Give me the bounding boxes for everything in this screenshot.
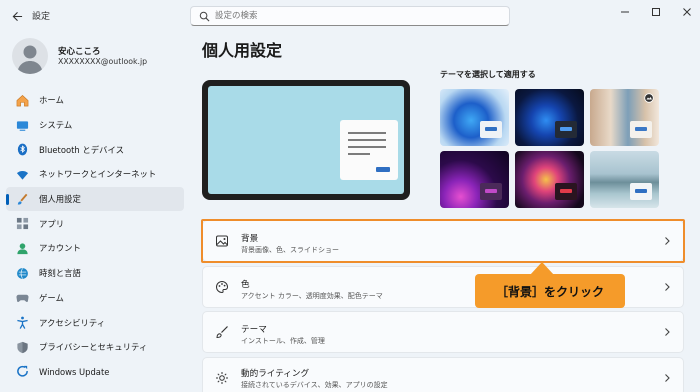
theme-tile[interactable] (515, 89, 584, 146)
theme-setting-card[interactable]: テーマ インストール、作成、管理 (202, 311, 684, 353)
chevron-right-icon (665, 374, 670, 382)
bluetooth-icon (16, 143, 29, 156)
update-icon (16, 365, 29, 378)
sun-icon (216, 372, 228, 384)
sidebar-nav: ホーム システム Bluetooth とデバイス ネットワークとインターネット … (6, 88, 184, 384)
sidebar-item-time-language[interactable]: 時刻と言語 (6, 261, 184, 286)
slideshow-icon (644, 93, 654, 103)
sidebar-item-label: Bluetooth とデバイス (39, 144, 124, 155)
card-description: インストール、作成、管理 (241, 337, 325, 345)
sidebar-item-label: アカウント (39, 243, 81, 254)
theme-section-label: テーマを選択して適用する (440, 70, 536, 79)
card-title: 動的ライティング (241, 369, 310, 379)
back-arrow-icon[interactable] (8, 7, 26, 25)
account-icon (16, 242, 29, 255)
search-box[interactable] (190, 6, 510, 26)
brush-icon (216, 326, 228, 339)
theme-tile[interactable] (440, 89, 509, 146)
callout-text: ［背景］をクリック (495, 284, 604, 299)
accessibility-icon (16, 316, 29, 329)
search-icon (199, 11, 210, 22)
callout-bubble: ［背景］をクリック (475, 274, 625, 308)
wifi-icon (16, 168, 29, 181)
desktop-preview (202, 80, 410, 200)
sidebar-item-apps[interactable]: アプリ (6, 211, 184, 236)
apps-icon (16, 217, 29, 230)
theme-tile[interactable] (440, 151, 509, 208)
sidebar-item-home[interactable]: ホーム (6, 88, 184, 113)
chevron-right-icon (665, 283, 670, 291)
globe-clock-icon (16, 267, 29, 280)
card-description: 接続されているデバイス、効果、アプリの設定 (241, 381, 388, 389)
card-title: 色 (241, 280, 250, 290)
theme-tile[interactable] (515, 151, 584, 208)
card-description: アクセント カラー、透明度効果、配色テーマ (241, 292, 383, 300)
title-bar: 設定 (0, 0, 700, 32)
theme-tile[interactable] (590, 89, 659, 146)
highlight-frame (201, 219, 685, 263)
sidebar-item-network[interactable]: ネットワークとインターネット (6, 162, 184, 187)
sidebar-item-label: アクセシビリティ (39, 317, 106, 328)
card-title: テーマ (241, 325, 267, 335)
sidebar-item-gaming[interactable]: ゲーム (6, 286, 184, 311)
sidebar-item-label: システム (39, 120, 73, 131)
preview-wallpaper (208, 86, 404, 194)
minimize-icon[interactable] (614, 4, 636, 20)
sidebar-item-label: ネットワークとインターネット (39, 169, 157, 180)
sidebar-item-label: ゲーム (39, 292, 64, 303)
system-icon (16, 119, 29, 132)
sidebar-item-label: アプリ (39, 218, 65, 229)
avatar[interactable] (12, 38, 48, 74)
chevron-right-icon (665, 328, 670, 336)
close-icon[interactable] (676, 4, 698, 20)
theme-tile[interactable] (590, 151, 659, 208)
maximize-icon[interactable] (645, 4, 667, 20)
search-input[interactable] (215, 9, 495, 23)
dynamic-lighting-setting-card[interactable]: 動的ライティング 接続されているデバイス、効果、アプリの設定 (202, 357, 684, 392)
gamepad-icon (16, 291, 29, 304)
sidebar-item-accessibility[interactable]: アクセシビリティ (6, 310, 184, 335)
sidebar-item-label: 時刻と言語 (39, 268, 81, 279)
shield-icon (16, 341, 29, 354)
page-title: 個人用設定 (202, 41, 283, 60)
sidebar-item-bluetooth[interactable]: Bluetooth とデバイス (6, 137, 184, 162)
app-title: 設定 (32, 12, 51, 22)
sidebar-item-label: 個人用設定 (39, 194, 81, 205)
preview-window (340, 120, 398, 180)
sidebar-item-privacy[interactable]: プライバシーとセキュリティ (6, 335, 184, 360)
profile-email: XXXXXXXX@outlook.jp (58, 57, 148, 66)
sidebar-item-system[interactable]: システム (6, 113, 184, 138)
sidebar-item-label: Windows Update (39, 366, 110, 377)
palette-icon (216, 280, 228, 294)
sidebar-item-label: ホーム (39, 95, 64, 106)
profile-name: 安心こころ (58, 47, 101, 57)
sidebar-item-windows-update[interactable]: Windows Update (6, 360, 184, 385)
sidebar-item-accounts[interactable]: アカウント (6, 236, 184, 261)
sidebar-item-personalization[interactable]: 個人用設定 (6, 186, 184, 212)
home-icon (16, 94, 29, 107)
brush-icon (16, 193, 29, 206)
sidebar-item-label: プライバシーとセキュリティ (39, 342, 148, 353)
